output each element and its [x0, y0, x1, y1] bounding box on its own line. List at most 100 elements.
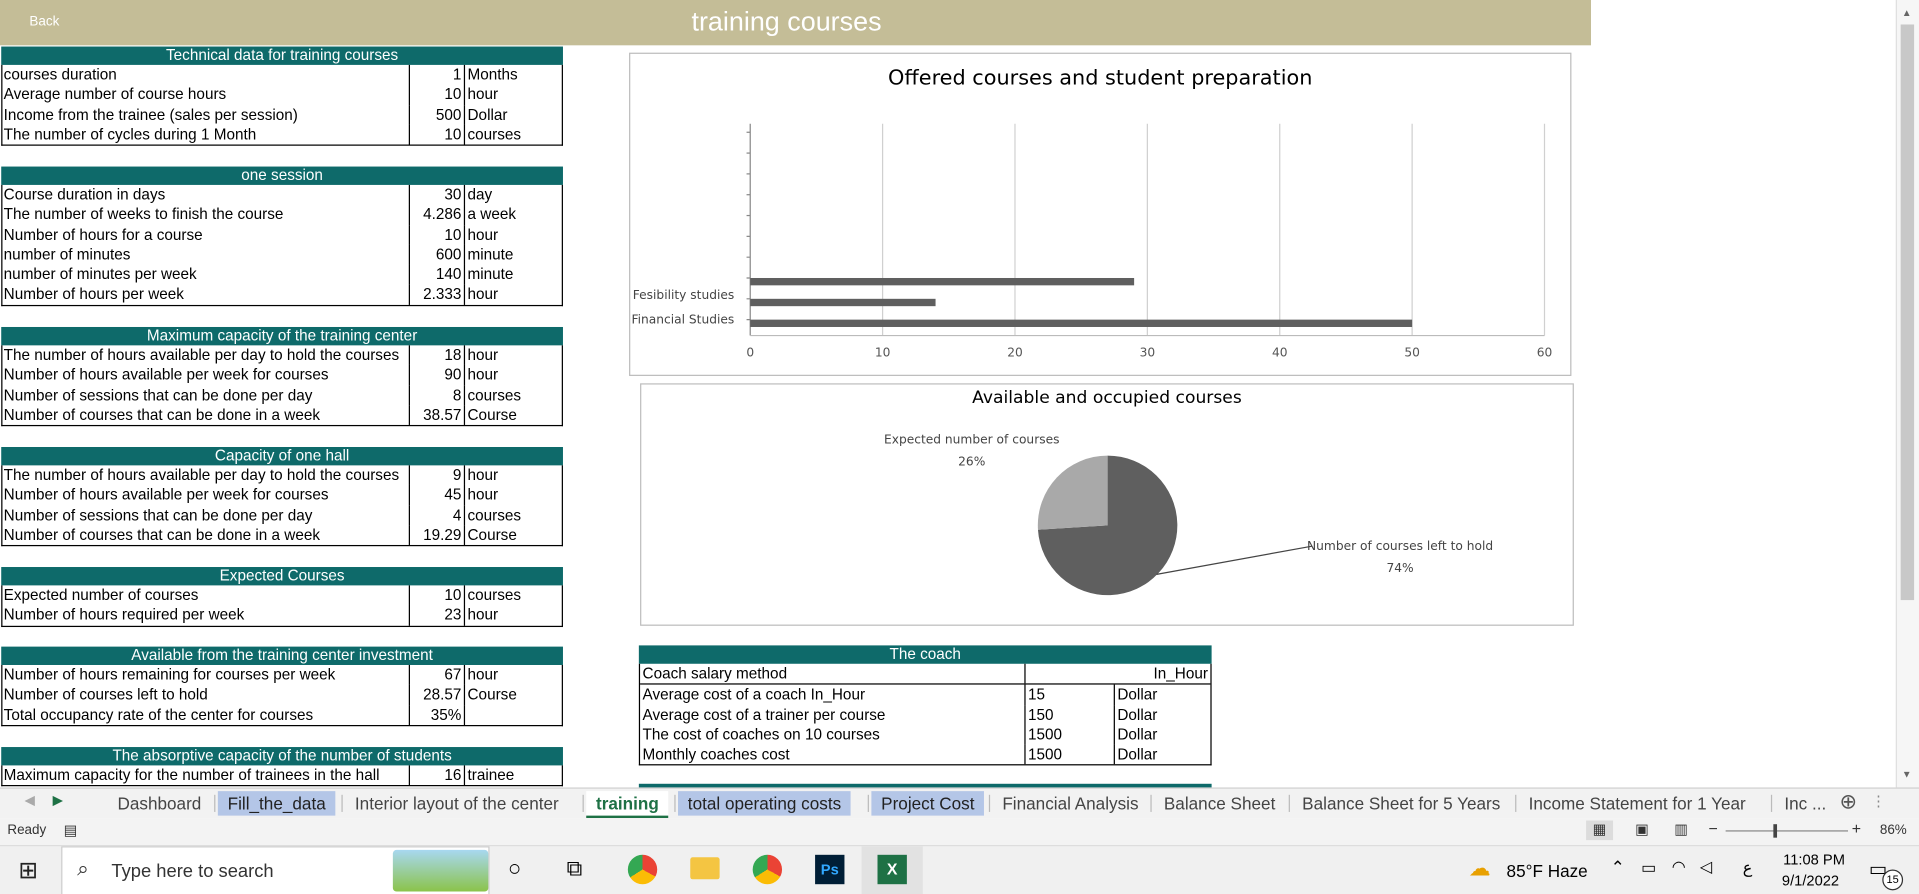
vertical-scrollbar[interactable]: ▲ ▼	[1895, 0, 1919, 788]
row-value[interactable]: 28.57	[410, 684, 466, 705]
row-value[interactable]: 19.29	[410, 525, 466, 546]
row-label[interactable]: Course duration in days	[2, 184, 410, 205]
cortana-icon[interactable]: ○	[508, 856, 521, 882]
row-unit[interactable]: hour	[465, 85, 499, 105]
sheet-tab[interactable]: Income Statement for 1 Year	[1519, 791, 1756, 815]
row-value[interactable]: 16	[410, 765, 466, 786]
row-unit[interactable]: day	[465, 185, 493, 205]
row-value[interactable]: 150	[1026, 704, 1115, 725]
row-unit[interactable]: minute	[465, 265, 514, 285]
row-value[interactable]: 45	[410, 485, 466, 506]
task-view-icon[interactable]: ⧉	[567, 856, 583, 882]
bar[interactable]	[750, 319, 1413, 327]
row-label[interactable]: The number of cycles during 1 Month	[2, 124, 410, 145]
pie-chart[interactable]: Available and occupied courses Expected …	[640, 383, 1574, 626]
taskbar-search-box[interactable]: ⌕ Type here to search	[61, 846, 490, 894]
row-label[interactable]: The number of hours available per day to…	[2, 345, 410, 366]
clock-date[interactable]: 9/1/2022	[1782, 872, 1839, 889]
row-value[interactable]: 500	[410, 104, 466, 125]
tab-scroll-right-icon[interactable]: ▶	[53, 792, 63, 809]
table-row[interactable]: The number of cycles during 1 Month 10 cou…	[2, 124, 561, 145]
battery-icon[interactable]: ▭	[1641, 858, 1656, 878]
block-title[interactable]: The absorptive capacity of the number of…	[1, 747, 563, 766]
row-label[interactable]: Number of courses that can be done in a …	[2, 525, 410, 546]
row-value[interactable]: 38.57	[410, 405, 466, 426]
table-row[interactable]: Maximum capacity for the number of train…	[2, 765, 561, 786]
scroll-up-icon[interactable]: ▲	[1902, 7, 1912, 18]
page-layout-icon[interactable]: ▣	[1635, 821, 1649, 838]
table-row[interactable]: Number of hours available per week for c…	[2, 365, 561, 386]
sheet-tab[interactable]: Project Cost	[871, 791, 985, 816]
sheet-tab[interactable]: Financial Analysis	[993, 791, 1149, 815]
table-row[interactable]: Course duration in days 30 day	[2, 184, 561, 205]
row-label[interactable]: Number of hours available per week for c…	[2, 485, 410, 506]
row-unit[interactable]: hour	[465, 465, 499, 485]
normal-view-icon[interactable]: ▦	[1586, 820, 1614, 841]
row-unit[interactable]: Dollar	[1115, 705, 1157, 725]
clock-time[interactable]: 11:08 PM	[1783, 851, 1845, 868]
zoom-in-icon[interactable]: +	[1852, 819, 1861, 837]
row-value[interactable]: 18	[410, 345, 466, 366]
table-row[interactable]: Income from the trainee (sales per sessi…	[2, 104, 561, 125]
row-value[interactable]: 8	[410, 385, 466, 406]
language-indicator[interactable]: ع	[1743, 858, 1753, 878]
row-value[interactable]: 4	[410, 505, 466, 526]
row-label[interactable]: Number of hours required per week	[2, 605, 410, 626]
weather-icon[interactable]: ☁	[1469, 856, 1491, 882]
bar[interactable]	[750, 298, 936, 307]
chrome-icon[interactable]	[627, 854, 658, 885]
sheet-tab[interactable]: Interior layout of the center	[345, 791, 568, 815]
photoshop-icon[interactable]: Ps	[815, 854, 845, 885]
table-row[interactable]: Average cost of a coach In_Hour 15 Dollar	[640, 684, 1210, 705]
row-label[interactable]: Average cost of a trainer per course	[640, 704, 1026, 725]
table-row[interactable]: Expected number of courses 10 courses	[2, 585, 561, 606]
table-row[interactable]: Average cost of a trainer per course 150 D…	[640, 704, 1210, 725]
macro-record-icon[interactable]: ▤	[64, 822, 78, 839]
row-unit[interactable]: courses	[465, 585, 522, 605]
row-unit[interactable]: courses	[465, 125, 522, 145]
row-label[interactable]: courses duration	[2, 64, 410, 85]
row-unit[interactable]: Dollar	[1115, 745, 1157, 765]
volume-icon[interactable]: ◁	[1700, 857, 1712, 877]
row-value[interactable]: 1500	[1026, 744, 1115, 765]
row-value[interactable]: 600	[410, 244, 466, 265]
table-row[interactable]: The number of hours available per day to…	[2, 465, 561, 486]
row-label[interactable]: Number of sessions that can be done per …	[2, 505, 410, 526]
wifi-icon[interactable]: ◠	[1672, 857, 1686, 877]
row-label[interactable]: Average cost of a coach In_Hour	[640, 684, 1026, 705]
row-label[interactable]: Coach salary method	[640, 663, 1026, 684]
tab-scroll-left-icon[interactable]: ◀	[24, 792, 34, 809]
row-label[interactable]: number of minutes per week	[2, 264, 410, 285]
zoom-slider[interactable]	[1725, 830, 1849, 832]
row-value[interactable]: In_Hour	[1026, 664, 1211, 684]
chevron-up-icon[interactable]: ⌃	[1611, 857, 1625, 878]
row-value[interactable]: 90	[410, 365, 466, 386]
block-title[interactable]: Available from the training center inves…	[1, 646, 563, 665]
scroll-down-icon[interactable]: ▼	[1902, 769, 1912, 780]
row-value[interactable]: 10	[410, 224, 466, 245]
table-row[interactable]: Number of hours required per week 23 hour	[2, 605, 561, 626]
row-unit[interactable]: minute	[465, 245, 514, 265]
row-unit[interactable]: Course	[465, 685, 517, 705]
row-label[interactable]: Number of courses that can be done in a …	[2, 405, 410, 426]
table-row[interactable]: Number of sessions that can be done per …	[2, 385, 561, 406]
table-row[interactable]: Average number of course hours 10 hour	[2, 84, 561, 105]
weather-text[interactable]: 85°F Haze	[1507, 861, 1588, 881]
table-row[interactable]: Number of sessions that can be done per …	[2, 505, 561, 526]
row-value[interactable]: 67	[410, 664, 466, 685]
scrollbar-thumb[interactable]	[1900, 24, 1915, 601]
excel-icon[interactable]: X	[877, 854, 907, 885]
file-explorer-icon[interactable]	[690, 857, 720, 880]
spreadsheet-area[interactable]: Back training courses Technical data for…	[0, 0, 1919, 894]
row-unit[interactable]: hour	[465, 605, 499, 625]
pie-slice[interactable]	[1037, 455, 1108, 530]
row-label[interactable]: The cost of coaches on 10 courses	[640, 724, 1026, 745]
row-value[interactable]: 10	[410, 84, 466, 105]
windows-start-icon[interactable]: ⊞	[18, 857, 37, 885]
sheet-tab[interactable]: Dashboard	[108, 791, 211, 815]
row-label[interactable]: Number of hours remaining for courses pe…	[2, 664, 410, 685]
bar-chart[interactable]: Offered courses and student preparation …	[629, 52, 1572, 376]
row-label[interactable]: Maximum capacity for the number of train…	[2, 765, 410, 786]
chrome-profile-icon[interactable]	[752, 854, 783, 885]
row-value[interactable]: 1500	[1026, 724, 1115, 745]
